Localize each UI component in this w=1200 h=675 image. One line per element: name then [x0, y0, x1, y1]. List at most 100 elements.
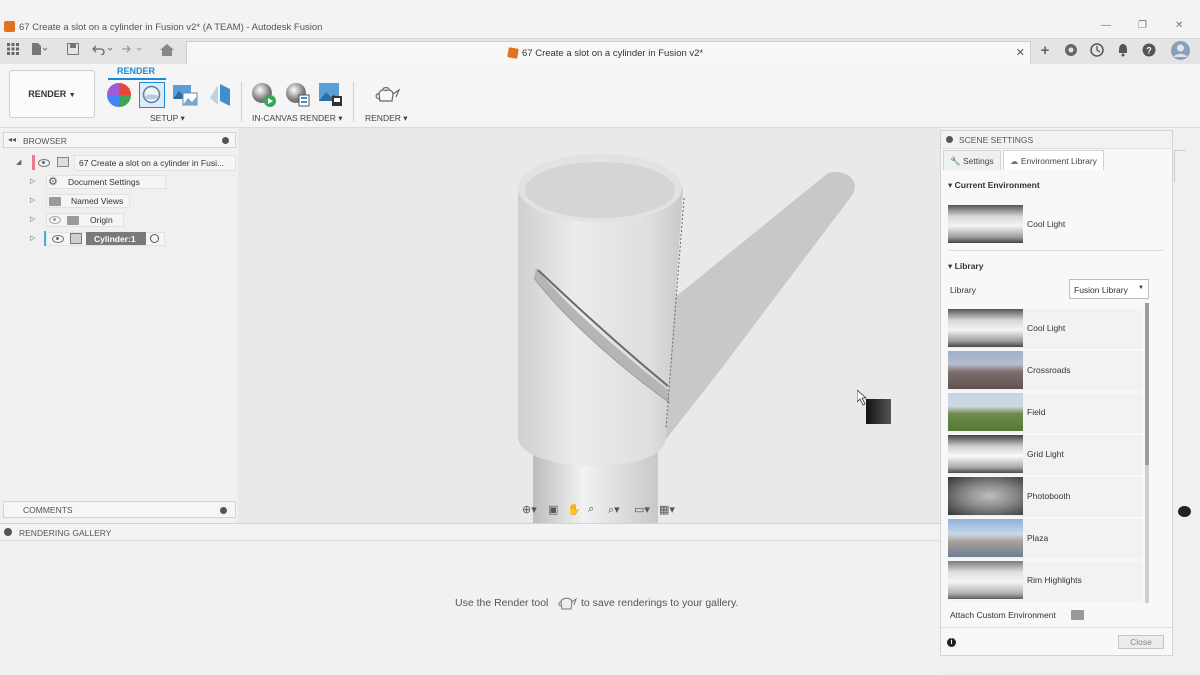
- library-label: Library: [950, 285, 976, 295]
- gallery-message-end: to save renderings to your gallery.: [581, 597, 739, 609]
- in-canvas-render-settings-icon[interactable]: [285, 82, 311, 108]
- undo-icon[interactable]: [92, 43, 113, 59]
- zoom-window-icon[interactable]: ⌕▾: [608, 503, 620, 517]
- expand-triangle-icon[interactable]: ▷: [30, 234, 35, 242]
- workspace-label: RENDER: [28, 89, 67, 99]
- active-indicator: [32, 155, 35, 170]
- grid-settings-icon[interactable]: ▦▾: [659, 503, 675, 516]
- redo-icon[interactable]: [121, 43, 142, 59]
- texture-map-icon[interactable]: [172, 82, 198, 108]
- save-icon[interactable]: [65, 43, 81, 59]
- environment-item[interactable]: Cool Light: [948, 309, 1143, 349]
- current-environment-thumbnail: [948, 205, 1023, 243]
- in-canvas-render-icon[interactable]: [251, 82, 277, 108]
- pin-icon[interactable]: [222, 137, 229, 144]
- render-teapot-icon[interactable]: [372, 82, 401, 108]
- view-cube-edge[interactable]: [1174, 150, 1186, 182]
- user-avatar[interactable]: [1171, 41, 1190, 60]
- rendering-gallery-header[interactable]: RENDERING GALLERY: [0, 523, 940, 541]
- library-heading[interactable]: ▾ Library: [948, 261, 983, 272]
- grid-apps-icon[interactable]: [5, 43, 21, 59]
- environment-thumbnail: [948, 309, 1023, 347]
- environment-thumbnail: [948, 477, 1023, 515]
- new-tab-button[interactable]: +: [1037, 43, 1053, 59]
- browser-item-label: Named Views: [71, 196, 124, 206]
- expand-triangle-icon[interactable]: ▷: [30, 177, 35, 185]
- window-close-button[interactable]: ✕: [1175, 20, 1183, 31]
- active-tab-indicator: [108, 78, 166, 80]
- comments-panel-header[interactable]: COMMENTS: [3, 501, 236, 518]
- hidden-eye-icon[interactable]: [49, 216, 61, 224]
- gallery-message-start: Use the Render tool: [455, 597, 549, 609]
- expand-triangle-icon[interactable]: ▷: [30, 215, 35, 223]
- browser-title: BROWSER: [23, 136, 67, 146]
- environment-thumbnail: [948, 519, 1023, 557]
- current-environment-name: Cool Light: [1027, 219, 1066, 229]
- document-tab-close-button[interactable]: ✕: [1016, 46, 1025, 59]
- comments-title: COMMENTS: [23, 505, 73, 515]
- restore-button[interactable]: ❐: [1138, 20, 1147, 31]
- folder-icon: [67, 216, 79, 225]
- environment-name: Photobooth: [1027, 491, 1071, 501]
- document-icon: [507, 47, 519, 59]
- setup-group-label[interactable]: SETUP ▾: [150, 113, 185, 124]
- environment-name: Grid Light: [1027, 449, 1064, 459]
- extensions-icon[interactable]: [1063, 43, 1079, 59]
- tab-settings[interactable]: 🔧 Settings: [943, 150, 1001, 170]
- environment-item[interactable]: Rim Highlights: [948, 561, 1143, 601]
- expand-triangle-icon[interactable]: ▷: [30, 196, 35, 204]
- current-environment-heading[interactable]: ▾ Current Environment: [948, 180, 1040, 191]
- library-select[interactable]: Fusion Library ▼: [1069, 279, 1149, 299]
- notifications-icon[interactable]: [1115, 43, 1131, 59]
- chevron-down-icon: ▼: [1138, 285, 1144, 291]
- feedback-icon[interactable]: [1178, 506, 1191, 517]
- activate-radio-icon[interactable]: [150, 234, 159, 243]
- in-canvas-render-group-label[interactable]: IN-CANVAS RENDER ▾: [252, 113, 343, 124]
- help-icon[interactable]: ?: [1141, 43, 1157, 59]
- teapot-icon: [558, 597, 577, 610]
- decal-icon[interactable]: [208, 82, 234, 108]
- tab-environment-library[interactable]: ☁ Environment Library: [1003, 150, 1104, 170]
- canvas-viewport[interactable]: [238, 128, 940, 523]
- environment-item[interactable]: Crossroads: [948, 351, 1143, 391]
- collapse-arrows-icon[interactable]: ◂◂: [8, 135, 16, 144]
- home-icon[interactable]: [159, 44, 175, 60]
- minimize-button[interactable]: —: [1101, 20, 1111, 31]
- browser-panel-header[interactable]: ◂◂ BROWSER: [3, 132, 236, 148]
- scene-settings-header[interactable]: SCENE SETTINGS: [941, 131, 1172, 149]
- environment-thumbnail: [948, 435, 1023, 473]
- environment-item[interactable]: Photobooth: [948, 477, 1143, 517]
- folder-icon[interactable]: [1071, 610, 1084, 620]
- collapse-triangle-icon[interactable]: ◢: [16, 158, 21, 166]
- orbit-icon[interactable]: ⊕▾: [522, 503, 537, 516]
- environment-drag-preview: [866, 399, 891, 424]
- library-scrollbar-thumb[interactable]: [1145, 303, 1149, 465]
- collapse-icon[interactable]: [946, 136, 953, 143]
- workspace-switcher-button[interactable]: RENDER ▼: [9, 70, 95, 118]
- environment-item[interactable]: Grid Light: [948, 435, 1143, 475]
- capture-image-icon[interactable]: [318, 82, 344, 108]
- collapse-icon[interactable]: [4, 528, 12, 536]
- close-button[interactable]: Close: [1118, 635, 1164, 649]
- display-settings-icon[interactable]: ▭▾: [634, 503, 650, 516]
- add-comment-icon[interactable]: [220, 507, 227, 514]
- scene-settings-icon[interactable]: [139, 82, 165, 108]
- cylinder-model[interactable]: [238, 128, 940, 523]
- file-menu-icon[interactable]: [31, 43, 48, 59]
- browser-root-row[interactable]: ◢ 67 Create a slot on a cylinder in Fusi…: [16, 155, 236, 171]
- look-at-icon[interactable]: ▣: [548, 503, 558, 516]
- appearance-icon[interactable]: [106, 82, 132, 108]
- info-icon[interactable]: i: [947, 638, 956, 647]
- current-environment-item[interactable]: Cool Light: [948, 205, 1143, 245]
- svg-text:?: ?: [1146, 46, 1152, 56]
- job-status-icon[interactable]: [1089, 43, 1105, 59]
- environment-item[interactable]: Field: [948, 393, 1143, 433]
- pan-hand-icon[interactable]: ✋: [567, 503, 581, 516]
- tab-render[interactable]: RENDER: [117, 66, 155, 76]
- zoom-icon[interactable]: ⌕: [588, 503, 594, 516]
- visibility-eye-icon[interactable]: [38, 159, 50, 167]
- document-tab[interactable]: 67 Create a slot on a cylinder in Fusion…: [186, 41, 1031, 65]
- environment-item[interactable]: Plaza: [948, 519, 1143, 559]
- visibility-eye-icon[interactable]: [52, 235, 64, 243]
- render-group-label[interactable]: RENDER ▾: [365, 113, 408, 124]
